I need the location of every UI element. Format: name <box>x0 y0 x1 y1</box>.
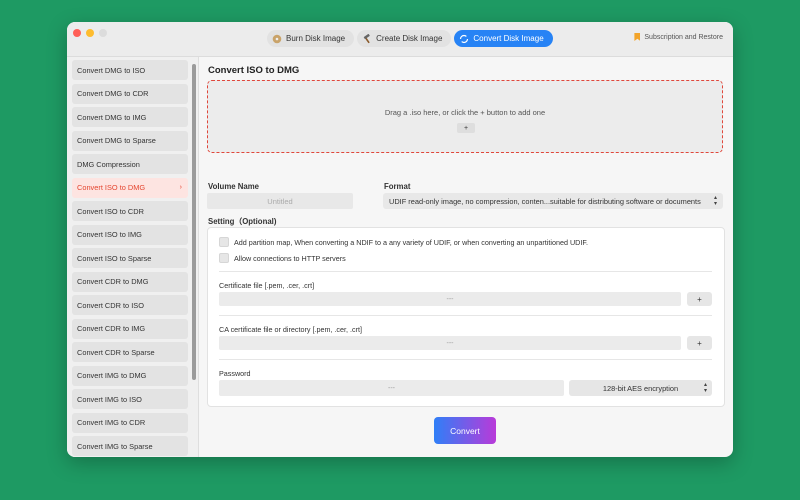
convert-icon <box>459 34 469 44</box>
sidebar-list: Convert DMG to ISO Convert DMG to CDR Co… <box>72 60 188 457</box>
sidebar-item-label: DMG Compression <box>77 159 140 169</box>
sidebar-item-label: Convert ISO to Sparse <box>77 253 152 263</box>
main-panel: Convert ISO to DMG Drag a .iso here, or … <box>199 57 733 457</box>
settings-panel: Add partition map, When converting a NDI… <box>207 227 725 407</box>
updown-arrows-icon: ▴ ▾ <box>713 195 717 207</box>
bookmark-icon <box>634 33 641 41</box>
volume-name-input[interactable]: Untitled <box>207 193 353 209</box>
sidebar-item-cdr-to-iso[interactable]: Convert CDR to ISO <box>72 295 188 315</box>
setting-label: Setting（Optional) <box>208 217 277 226</box>
password-field[interactable]: --- <box>219 380 564 396</box>
sidebar-item-label: Convert DMG to CDR <box>77 89 149 98</box>
updown-arrows-icon: ▴ ▾ <box>703 382 707 394</box>
http-connections-checkbox[interactable] <box>219 253 229 263</box>
add-file-button[interactable]: + <box>457 123 475 133</box>
divider <box>219 271 712 272</box>
sidebar-item-label: Convert CDR to Sparse <box>77 347 155 357</box>
sidebar-item-label: Convert IMG to Sparse <box>77 441 153 451</box>
tab-convert-disk-image[interactable]: Convert Disk Image <box>454 30 553 47</box>
titlebar: Burn Disk Image Create Disk Image Conver… <box>67 22 733 57</box>
sidebar-item-label: Convert ISO to IMG <box>77 230 142 239</box>
divider <box>219 359 712 360</box>
page-title: Convert ISO to DMG <box>208 65 300 76</box>
divider <box>219 315 712 316</box>
tab-label: Convert Disk Image <box>473 34 544 43</box>
sidebar-item-iso-to-dmg[interactable]: Convert ISO to DMG › <box>72 177 188 198</box>
encryption-value: 128-bit AES encryption <box>602 383 679 393</box>
sidebar-item-img-to-dmg[interactable]: Convert IMG to DMG <box>72 365 188 386</box>
http-connections-label: Allow connections to HTTP servers <box>234 253 346 263</box>
partition-map-label: Add partition map, When converting a NDI… <box>234 237 588 247</box>
partition-map-option[interactable]: Add partition map, When converting a NDI… <box>219 237 588 247</box>
sidebar: Convert DMG to ISO Convert DMG to CDR Co… <box>67 57 199 457</box>
certificate-label: Certificate file [.pem, .cer, .crt] <box>219 281 315 290</box>
sidebar-item-dmg-to-sparse[interactable]: Convert DMG to Sparse <box>72 130 188 151</box>
format-value: UDIF read-only image, no compression, co… <box>389 196 701 206</box>
subscription-label: Subscription and Restore <box>644 33 723 41</box>
sidebar-item-dmg-compression[interactable]: DMG Compression <box>72 154 188 174</box>
sidebar-item-dmg-to-img[interactable]: Convert DMG to IMG <box>72 107 188 127</box>
sidebar-item-cdr-to-sparse[interactable]: Convert CDR to Sparse <box>72 342 188 362</box>
sidebar-item-iso-to-sparse[interactable]: Convert ISO to Sparse <box>72 248 188 268</box>
volume-name-label: Volume Name <box>208 182 259 191</box>
password-label: Password <box>219 369 251 378</box>
encryption-select[interactable]: 128-bit AES encryption ▴ ▾ <box>569 380 712 396</box>
sidebar-item-cdr-to-dmg[interactable]: Convert CDR to DMG <box>72 271 188 292</box>
sidebar-item-label: Convert IMG to ISO <box>77 394 142 404</box>
sidebar-item-label: Convert IMG to CDR <box>77 418 146 427</box>
sidebar-item-img-to-cdr[interactable]: Convert IMG to CDR <box>72 412 188 433</box>
subscription-restore-link[interactable]: Subscription and Restore <box>634 30 723 44</box>
tab-label: Create Disk Image <box>376 34 443 43</box>
tab-create-disk-image[interactable]: Create Disk Image <box>357 30 452 47</box>
sidebar-item-label: Convert DMG to IMG <box>77 112 147 122</box>
sidebar-item-iso-to-cdr[interactable]: Convert ISO to CDR <box>72 201 188 221</box>
sidebar-item-label: Convert ISO to DMG <box>77 183 146 192</box>
format-label: Format <box>384 182 411 191</box>
sidebar-item-dmg-to-iso[interactable]: Convert DMG to ISO <box>72 60 188 80</box>
zoom-window-button[interactable] <box>99 29 107 37</box>
app-window: Burn Disk Image Create Disk Image Conver… <box>67 22 733 457</box>
sidebar-item-label: Convert CDR to DMG <box>77 277 149 286</box>
add-ca-certificate-button[interactable]: + <box>687 336 712 350</box>
http-connections-option[interactable]: Allow connections to HTTP servers <box>219 253 346 263</box>
close-window-button[interactable] <box>73 29 81 37</box>
drop-hint: Drag a .iso here, or click the + button … <box>384 108 546 117</box>
ca-certificate-label: CA certificate file or directory [.pem, … <box>219 325 362 334</box>
sidebar-item-label: Convert DMG to ISO <box>77 65 146 75</box>
sidebar-scrollbar[interactable] <box>192 64 196 380</box>
add-certificate-button[interactable]: + <box>687 292 712 306</box>
certificate-field[interactable]: --- <box>219 292 681 306</box>
sidebar-item-img-to-iso[interactable]: Convert IMG to ISO <box>72 389 188 409</box>
sidebar-item-label: Convert CDR to IMG <box>77 324 146 333</box>
tab-label: Burn Disk Image <box>286 34 346 43</box>
sidebar-item-label: Convert CDR to ISO <box>77 300 144 310</box>
disc-icon <box>272 34 282 44</box>
minimize-window-button[interactable] <box>86 29 94 37</box>
sidebar-item-img-to-sparse[interactable]: Convert IMG to Sparse <box>72 436 188 456</box>
chevron-right-icon: › <box>179 184 182 191</box>
tab-burn-disk-image[interactable]: Burn Disk Image <box>267 30 355 47</box>
convert-button[interactable]: Convert <box>434 417 496 444</box>
sidebar-item-label: Convert DMG to Sparse <box>77 136 156 145</box>
sidebar-item-dmg-to-cdr[interactable]: Convert DMG to CDR <box>72 83 188 104</box>
sidebar-item-cdr-to-img[interactable]: Convert CDR to IMG <box>72 318 188 339</box>
ca-certificate-field[interactable]: --- <box>219 336 681 350</box>
mode-tabs: Burn Disk Image Create Disk Image Conver… <box>267 30 553 48</box>
hammer-icon <box>362 33 372 44</box>
partition-map-checkbox[interactable] <box>219 237 229 247</box>
sidebar-item-iso-to-img[interactable]: Convert ISO to IMG <box>72 224 188 245</box>
sidebar-item-label: Convert ISO to CDR <box>77 206 144 216</box>
drop-zone[interactable]: Drag a .iso here, or click the + button … <box>207 80 723 153</box>
format-select[interactable]: UDIF read-only image, no compression, co… <box>383 193 723 209</box>
sidebar-item-label: Convert IMG to DMG <box>77 371 147 380</box>
